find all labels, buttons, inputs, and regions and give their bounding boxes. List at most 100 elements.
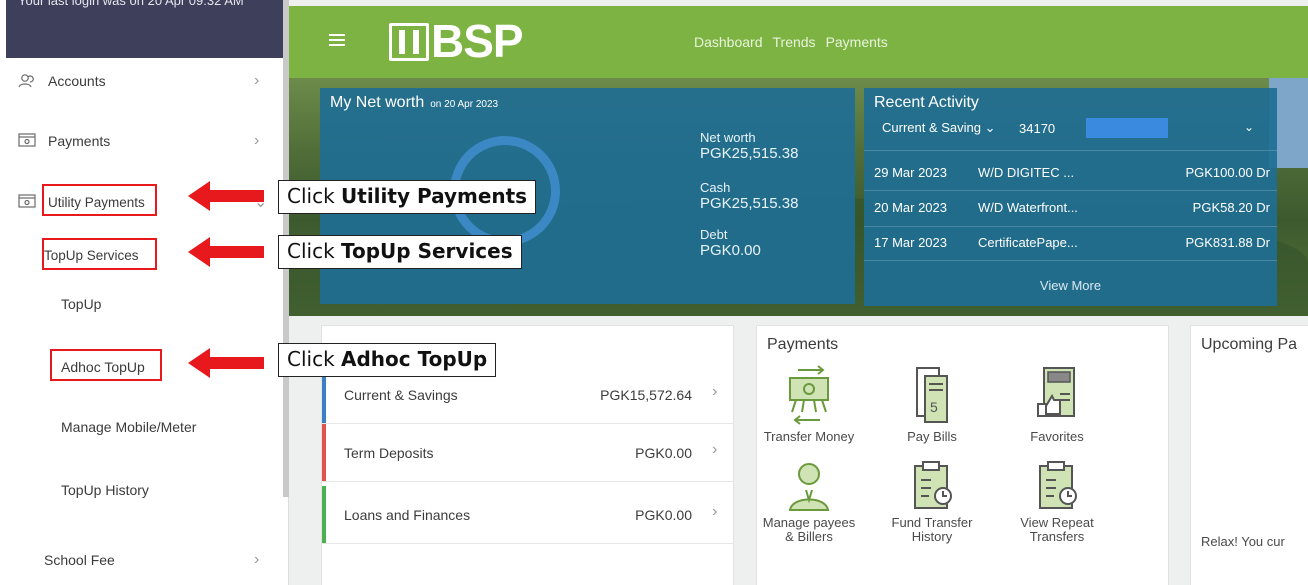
account-name: Term Deposits bbox=[344, 445, 434, 461]
callout-prefix: Click bbox=[287, 347, 342, 371]
arrow-left-icon bbox=[188, 348, 264, 378]
cash-value: PGK25,515.38 bbox=[700, 195, 799, 212]
sidebar-item-payments[interactable]: Payments › bbox=[0, 126, 283, 156]
callout-target: Adhoc TopUp bbox=[341, 347, 488, 371]
top-nav: Dashboard Trends Payments bbox=[694, 34, 888, 50]
app-window: Your last login was on 20 Apr 09:32 AM A… bbox=[0, 0, 1308, 585]
account-type-text: Current & Saving bbox=[882, 120, 981, 135]
highlight-topup-services bbox=[42, 238, 157, 270]
sidebar-item-label: School Fee bbox=[44, 552, 115, 568]
account-balance: PGK15,572.64 bbox=[600, 387, 692, 403]
transaction-amount: PGK100.00 Dr bbox=[1185, 165, 1270, 180]
sidebar-item-accounts[interactable]: Accounts › bbox=[0, 66, 283, 96]
transfer-money-icon bbox=[789, 365, 829, 425]
pay-bills-button[interactable]: 5 Pay Bills bbox=[882, 364, 982, 444]
chevron-right-icon: › bbox=[254, 551, 260, 568]
nav-dashboard[interactable]: Dashboard bbox=[694, 34, 763, 50]
cash-label: Cash bbox=[700, 180, 731, 195]
upcoming-payments-title: Upcoming Pa bbox=[1201, 336, 1298, 353]
sidebar-item-label: Payments bbox=[48, 133, 111, 149]
last-login-banner: Your last login was on 20 Apr 09:32 AM bbox=[6, 0, 283, 58]
highlight-utility-payments bbox=[42, 184, 157, 216]
transaction-amount: PGK831.88 Dr bbox=[1185, 235, 1270, 250]
pay-bills-icon: 5 bbox=[916, 367, 948, 423]
callout-target: Utility Payments bbox=[341, 184, 528, 208]
account-name: Loans and Finances bbox=[344, 507, 471, 523]
divider bbox=[864, 190, 1277, 191]
hamburger-menu-icon[interactable] bbox=[329, 34, 345, 46]
transaction-desc: CertificatePape... bbox=[978, 235, 1078, 250]
nav-trends[interactable]: Trends bbox=[773, 34, 816, 50]
accounts-icon bbox=[18, 73, 38, 89]
transaction-row[interactable]: 17 Mar 2023 CertificatePape... PGK831.88… bbox=[874, 235, 1270, 255]
chevron-right-icon: › bbox=[254, 132, 260, 149]
divider bbox=[864, 260, 1277, 261]
favorites-icon bbox=[1037, 367, 1075, 417]
chevron-down-icon: ⌄ bbox=[984, 120, 996, 135]
top-navigation-bar: BSP Dashboard Trends Payments bbox=[289, 6, 1308, 78]
payments-icon bbox=[18, 133, 38, 149]
upcoming-payments-message: Relax! You cur bbox=[1201, 534, 1285, 549]
chevron-right-icon: › bbox=[712, 503, 718, 520]
account-row-loans[interactable]: Loans and Finances PGK0.00 › bbox=[322, 486, 734, 544]
manage-payees-label: Manage payees & Billers bbox=[762, 515, 856, 544]
callout-adhoc-topup: Click Adhoc TopUp bbox=[278, 343, 497, 377]
favorites-label: Favorites bbox=[1030, 429, 1084, 444]
callout-utility-payments: Click Utility Payments bbox=[278, 180, 537, 214]
fund-transfer-history-button[interactable]: Fund Transfer History bbox=[882, 460, 982, 544]
favorites-button[interactable]: Favorites bbox=[1007, 364, 1107, 444]
account-row-term-deposits[interactable]: Term Deposits PGK0.00 › bbox=[322, 424, 734, 482]
nav-payments[interactable]: Payments bbox=[826, 34, 888, 50]
bsp-logo: BSP bbox=[389, 18, 524, 64]
callout-topup-services: Click TopUp Services bbox=[278, 235, 522, 269]
pay-bills-label: Pay Bills bbox=[907, 429, 957, 444]
account-dropdown-chevron-icon[interactable]: ⌄ bbox=[1244, 120, 1254, 134]
callout-target: TopUp Services bbox=[341, 239, 513, 263]
bsp-logo-mark-icon bbox=[389, 23, 429, 61]
sidebar-subitem-topup[interactable]: TopUp bbox=[61, 296, 101, 312]
view-repeat-transfers-button[interactable]: View Repeat Transfers bbox=[1007, 460, 1107, 544]
fund-transfer-history-label: Fund Transfer History bbox=[891, 515, 973, 544]
view-more-link[interactable]: View More bbox=[864, 278, 1277, 293]
manage-payees-button[interactable]: Manage payees & Billers bbox=[759, 460, 859, 544]
net-worth-date: on 20 Apr 2023 bbox=[430, 99, 499, 110]
net-worth-title-text: My Net worth bbox=[330, 94, 425, 111]
transaction-date: 20 Mar 2023 bbox=[874, 200, 947, 215]
arrow-left-icon bbox=[188, 181, 264, 211]
chevron-right-icon: › bbox=[254, 72, 260, 89]
sidebar: Your last login was on 20 Apr 09:32 AM A… bbox=[0, 0, 289, 585]
view-repeat-transfers-label: View Repeat Transfers bbox=[1020, 515, 1094, 544]
callout-prefix: Click bbox=[287, 239, 342, 263]
chevron-right-icon: › bbox=[712, 441, 718, 458]
recent-activity-title: Recent Activity bbox=[874, 94, 979, 111]
net-worth-value: PGK25,515.38 bbox=[700, 145, 799, 162]
svg-text:5: 5 bbox=[930, 399, 938, 415]
transaction-row[interactable]: 29 Mar 2023 W/D DIGITEC ... PGK100.00 Dr bbox=[874, 165, 1270, 185]
transaction-date: 29 Mar 2023 bbox=[874, 165, 947, 180]
transaction-date: 17 Mar 2023 bbox=[874, 235, 947, 250]
debt-value: PGK0.00 bbox=[700, 242, 761, 259]
debt-label: Debt bbox=[700, 227, 728, 242]
transaction-desc: W/D DIGITEC ... bbox=[978, 165, 1075, 180]
account-balance: PGK0.00 bbox=[635, 445, 692, 461]
payments-card-title: Payments bbox=[767, 336, 839, 353]
transfer-money-button[interactable]: Transfer Money bbox=[759, 364, 859, 444]
sidebar-subitem-manage-mobile-meter[interactable]: Manage Mobile/Meter bbox=[61, 419, 196, 435]
net-worth-title: My Net worth on 20 Apr 2023 bbox=[330, 94, 498, 112]
fund-transfer-history-icon bbox=[914, 461, 952, 509]
transaction-desc: W/D Waterfront... bbox=[978, 200, 1078, 215]
upcoming-payments-card: Upcoming Pa Relax! You cur bbox=[1190, 325, 1308, 585]
account-color-bar bbox=[322, 486, 326, 543]
sidebar-subitem-topup-history[interactable]: TopUp History bbox=[61, 482, 149, 498]
transaction-amount: PGK58.20 Dr bbox=[1192, 200, 1270, 215]
transaction-row[interactable]: 20 Mar 2023 W/D Waterfront... PGK58.20 D… bbox=[874, 200, 1270, 220]
last-login-text: Your last login was on 20 Apr 09:32 AM bbox=[18, 0, 244, 8]
recent-activity-panel: Recent Activity Current & Saving ⌄ 34170… bbox=[864, 88, 1277, 306]
chevron-right-icon: › bbox=[712, 383, 718, 400]
view-repeat-transfers-icon bbox=[1039, 461, 1077, 509]
divider bbox=[864, 226, 1277, 227]
account-type-dropdown[interactable]: Current & Saving ⌄ bbox=[882, 120, 996, 136]
account-color-bar bbox=[322, 424, 326, 481]
sidebar-item-school-fee[interactable]: School Fee › bbox=[0, 545, 283, 575]
account-name: Current & Savings bbox=[344, 387, 458, 403]
